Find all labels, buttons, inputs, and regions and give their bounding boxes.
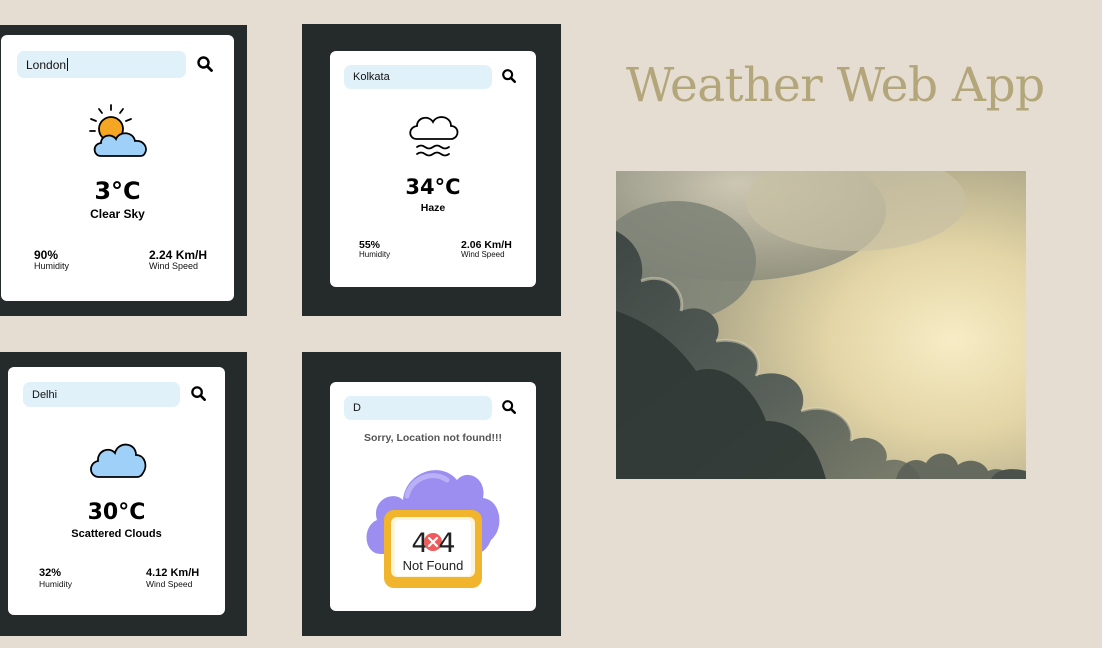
weather-card-frame-delhi: Delhi 30°C Scattered Clouds 32% Humidity…	[0, 352, 247, 636]
search-input[interactable]: London	[17, 51, 186, 78]
weather-card-london: London 3°C Clear Sky 90% Humidity 2.24 K…	[1, 35, 234, 301]
haze-icon	[409, 116, 459, 157]
cloud-photo	[616, 171, 1026, 479]
search-icon[interactable]	[196, 55, 214, 73]
weather-card-frame-not-found: D Sorry, Location not found!!! 4 4 Not F…	[302, 352, 561, 636]
app-title: Weather Web App	[626, 58, 1045, 113]
weather-description: Clear Sky	[90, 207, 145, 221]
wind-stat: 4.12 Km/H Wind Speed	[146, 567, 200, 589]
weather-card-kolkata: Kolkata 34°C Haze 55% Humidity 2.06 Km/H…	[330, 51, 536, 287]
search-icon[interactable]	[501, 399, 517, 415]
weather-card-frame-kolkata: Kolkata 34°C Haze 55% Humidity 2.06 Km/H…	[302, 24, 561, 316]
weather-description: Scattered Clouds	[71, 528, 162, 540]
temperature: 3°C	[94, 177, 141, 205]
svg-text:4: 4	[438, 528, 455, 559]
humidity-label: Humidity	[359, 250, 391, 260]
svg-text:Not Found: Not Found	[403, 558, 464, 573]
wind-speed-value: 2.24 Km/H	[149, 248, 208, 262]
humidity-stat: 55% Humidity	[359, 239, 391, 260]
weather-card-delhi: Delhi 30°C Scattered Clouds 32% Humidity…	[8, 367, 225, 615]
location-not-found-message: Sorry, Location not found!!!	[363, 432, 503, 444]
wind-speed-label: Wind Speed	[146, 578, 193, 589]
wind-speed-value: 4.12 Km/H	[146, 567, 200, 579]
temperature: 30°C	[87, 500, 146, 525]
humidity-label: Humidity	[34, 260, 70, 271]
wind-stat: 2.24 Km/H Wind Speed	[149, 249, 207, 271]
search-input-value: Kolkata	[353, 71, 390, 83]
humidity-value: 90%	[34, 248, 59, 262]
wind-speed-label: Wind Speed	[461, 250, 505, 260]
search-icon[interactable]	[190, 385, 207, 402]
search-input[interactable]: Delhi	[23, 382, 180, 407]
temperature: 34°C	[405, 175, 461, 199]
not-found-icon: 4 4 Not Found	[366, 470, 500, 588]
search-input[interactable]: D	[344, 396, 492, 420]
search-input[interactable]: Kolkata	[344, 65, 492, 89]
humidity-value: 32%	[39, 567, 62, 579]
humidity-label: Humidity	[39, 578, 73, 589]
search-input-value: London	[26, 57, 67, 72]
cloud-icon	[90, 443, 147, 478]
weather-card-frame-london: London 3°C Clear Sky 90% Humidity 2.24 K…	[0, 25, 247, 316]
humidity-stat: 32% Humidity	[39, 567, 73, 589]
weather-card-not-found: D Sorry, Location not found!!! 4 4 Not F…	[330, 382, 536, 611]
text-cursor	[67, 58, 69, 71]
search-icon[interactable]	[501, 68, 517, 84]
wind-speed-label: Wind Speed	[149, 260, 199, 271]
search-input-value: Delhi	[32, 388, 58, 401]
search-input-value: D	[353, 402, 361, 414]
weather-description: Haze	[420, 202, 446, 214]
sun-behind-cloud-icon	[89, 104, 147, 157]
wind-stat: 2.06 Km/H Wind Speed	[461, 239, 512, 260]
humidity-stat: 90% Humidity	[34, 249, 69, 271]
